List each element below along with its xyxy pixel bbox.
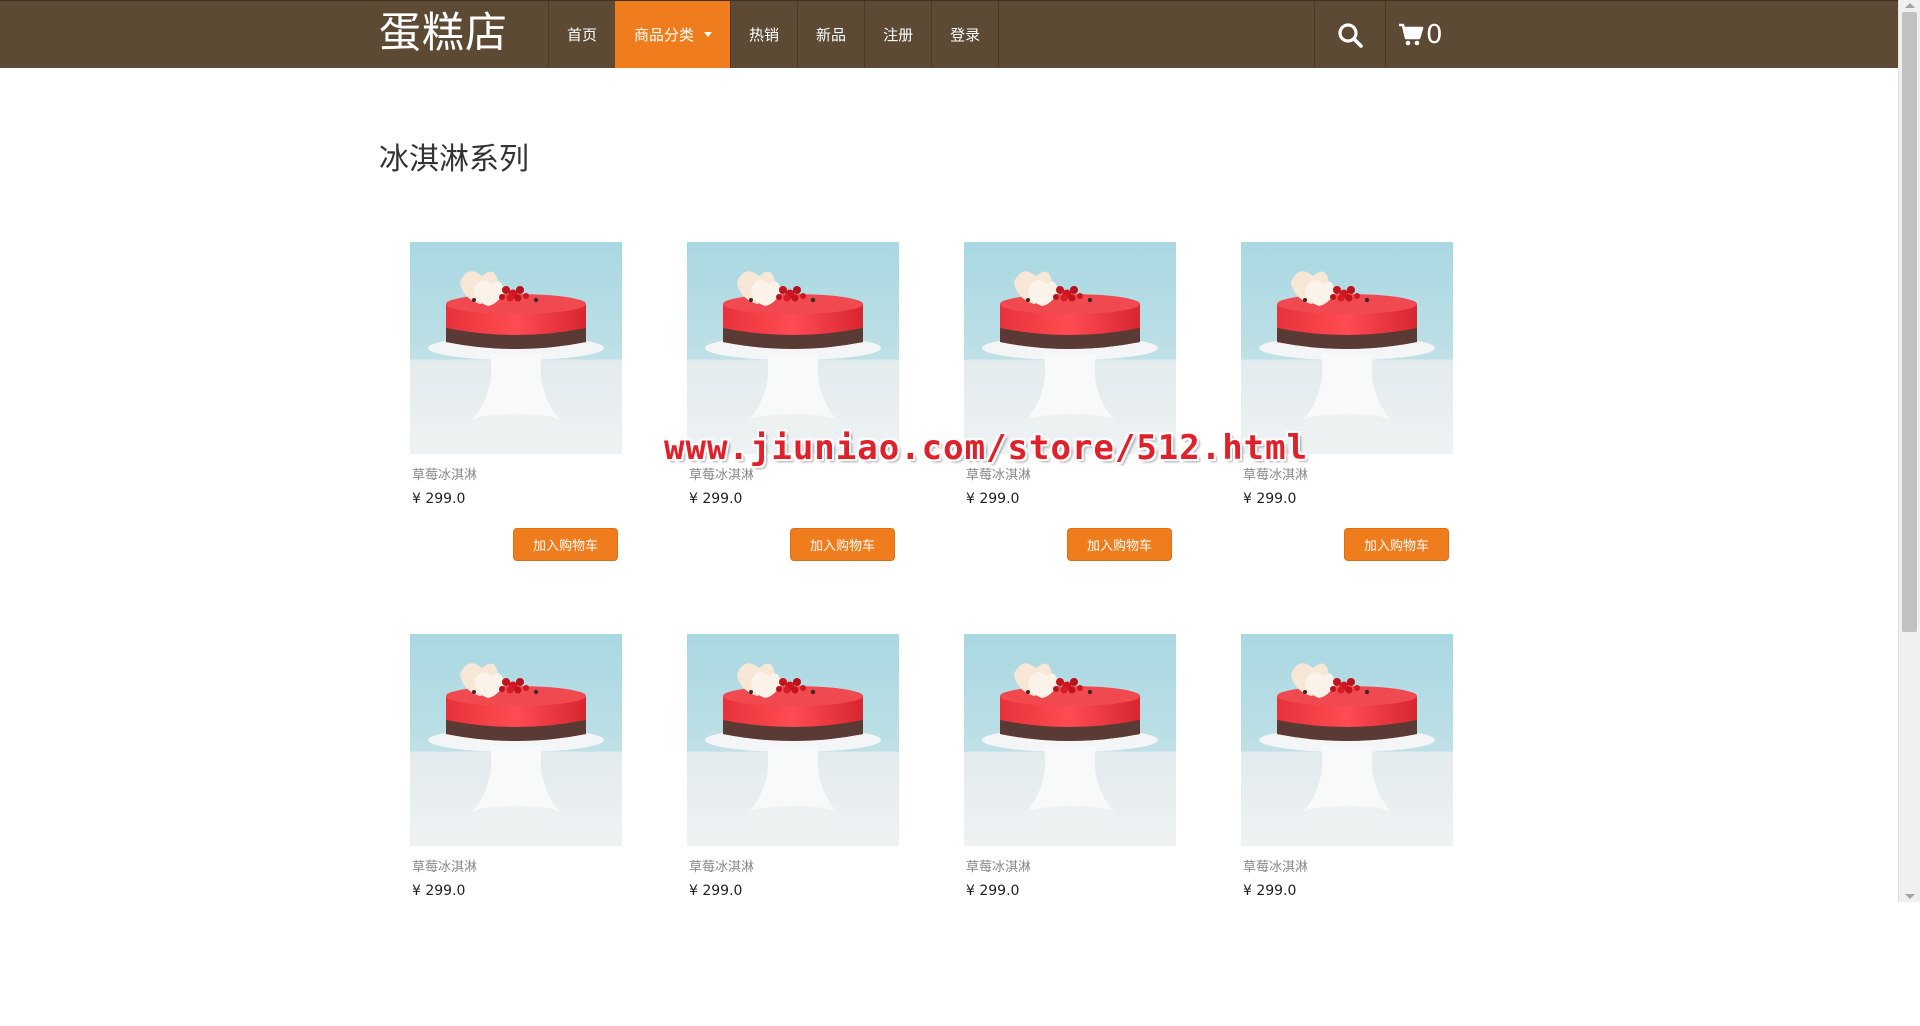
scroll-up-icon[interactable] bbox=[1905, 3, 1915, 8]
product-card: 草莓冰淇淋 ¥ 299.0 加入购物车 bbox=[410, 242, 622, 634]
nav-item-home[interactable]: 首页 bbox=[548, 1, 615, 68]
page-title: 冰淇淋系列 bbox=[379, 142, 529, 177]
shopping-cart-icon bbox=[1399, 23, 1424, 45]
product-name[interactable]: 草莓冰淇淋 bbox=[689, 856, 754, 875]
caret-down-icon bbox=[704, 32, 713, 37]
top-navbar: 蛋糕店 首页 商品分类 热销 新品 注册 登录 0 bbox=[0, 0, 1898, 68]
scrollbar-thumb[interactable] bbox=[1902, 12, 1917, 632]
cart-button[interactable]: 0 bbox=[1385, 1, 1455, 68]
search-icon bbox=[1338, 22, 1363, 48]
add-to-cart-button[interactable]: 加入购物车 bbox=[1344, 528, 1449, 561]
product-card: 草莓冰淇淋 ¥ 299.0 bbox=[964, 634, 1176, 1026]
product-image[interactable] bbox=[687, 634, 899, 846]
product-card: 草莓冰淇淋 ¥ 299.0 bbox=[1241, 634, 1453, 1026]
product-image[interactable] bbox=[687, 242, 899, 454]
scroll-down-icon[interactable] bbox=[1905, 894, 1915, 899]
product-card: 草莓冰淇淋 ¥ 299.0 bbox=[687, 634, 899, 1026]
product-price: ¥ 299.0 bbox=[1243, 491, 1297, 507]
add-to-cart-button[interactable]: 加入购物车 bbox=[1067, 528, 1172, 561]
product-image[interactable] bbox=[964, 242, 1176, 454]
product-grid: 草莓冰淇淋 ¥ 299.0 加入购物车 草莓冰淇淋 ¥ 299.0 加入购物车 … bbox=[410, 242, 1453, 1026]
nav-label: 商品分类 bbox=[634, 26, 695, 44]
watermark-text: www.jiuniao.com/store/512.html bbox=[664, 428, 1309, 468]
nav-item-categories[interactable]: 商品分类 bbox=[615, 1, 731, 68]
add-to-cart-button[interactable]: 加入购物车 bbox=[513, 528, 618, 561]
product-name[interactable]: 草莓冰淇淋 bbox=[966, 856, 1031, 875]
product-card: 草莓冰淇淋 ¥ 299.0 bbox=[410, 634, 622, 1026]
add-to-cart-button[interactable]: 加入购物车 bbox=[790, 528, 895, 561]
nav-label: 注册 bbox=[883, 26, 914, 44]
product-price: ¥ 299.0 bbox=[412, 883, 466, 899]
product-name[interactable]: 草莓冰淇淋 bbox=[412, 856, 477, 875]
search-button[interactable] bbox=[1314, 1, 1385, 68]
cart-count: 0 bbox=[1426, 19, 1443, 50]
nav-label: 新品 bbox=[816, 26, 847, 44]
product-image[interactable] bbox=[1241, 242, 1453, 454]
product-price: ¥ 299.0 bbox=[966, 883, 1020, 899]
nav-item-register[interactable]: 注册 bbox=[864, 1, 931, 68]
product-price: ¥ 299.0 bbox=[412, 491, 466, 507]
nav-item-login[interactable]: 登录 bbox=[931, 1, 1000, 68]
nav-item-new[interactable]: 新品 bbox=[797, 1, 864, 68]
product-price: ¥ 299.0 bbox=[689, 883, 743, 899]
nav-label: 登录 bbox=[950, 26, 981, 44]
nav-label: 首页 bbox=[567, 26, 598, 44]
product-image[interactable] bbox=[1241, 634, 1453, 846]
product-price: ¥ 299.0 bbox=[689, 491, 743, 507]
nav-right: 0 bbox=[1314, 1, 1455, 68]
product-image[interactable] bbox=[410, 242, 622, 454]
product-price: ¥ 299.0 bbox=[966, 491, 1020, 507]
site-brand[interactable]: 蛋糕店 bbox=[379, 7, 508, 59]
nav-item-hot[interactable]: 热销 bbox=[730, 1, 797, 68]
product-image[interactable] bbox=[964, 634, 1176, 846]
product-name[interactable]: 草莓冰淇淋 bbox=[412, 464, 477, 483]
product-price: ¥ 299.0 bbox=[1243, 883, 1297, 899]
nav-label: 热销 bbox=[749, 26, 780, 44]
vertical-scrollbar[interactable] bbox=[1898, 0, 1920, 902]
product-image[interactable] bbox=[410, 634, 622, 846]
main-nav: 首页 商品分类 热销 新品 注册 登录 bbox=[548, 1, 1000, 68]
product-name[interactable]: 草莓冰淇淋 bbox=[1243, 856, 1308, 875]
